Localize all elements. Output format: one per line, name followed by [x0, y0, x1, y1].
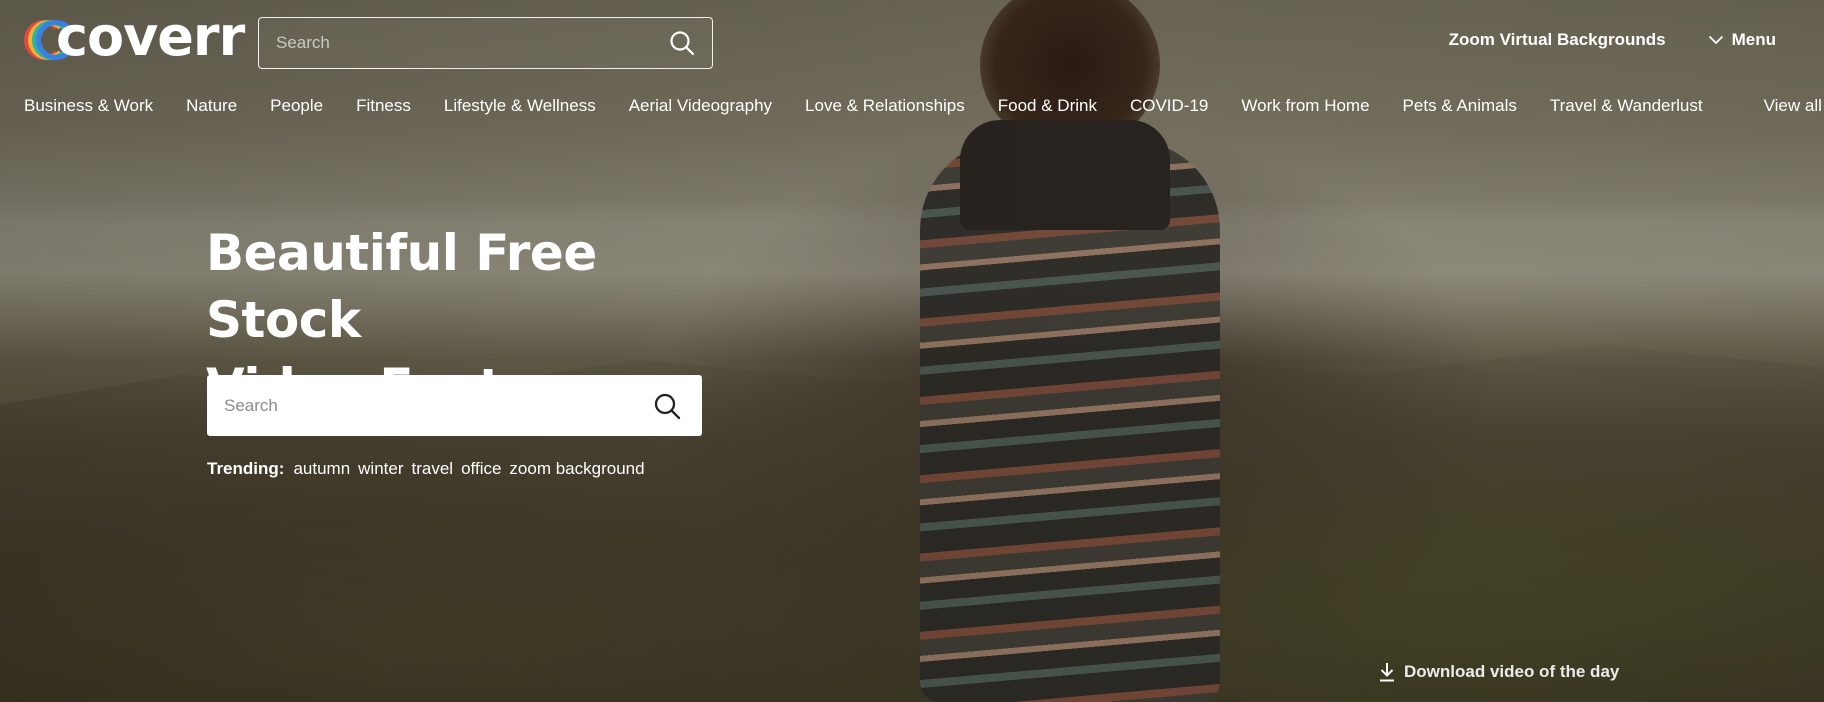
menu-label: Menu [1731, 30, 1776, 49]
category-aerial-videography[interactable]: Aerial Videography [629, 96, 772, 116]
trending-tag-autumn[interactable]: autumn [293, 459, 350, 479]
category-food-drink[interactable]: Food & Drink [998, 96, 1097, 116]
hero-search-input[interactable] [207, 375, 632, 436]
category-work-from-home[interactable]: Work from Home [1241, 96, 1369, 116]
view-all-link[interactable]: View all [1764, 96, 1822, 116]
category-business-work[interactable]: Business & Work [24, 96, 153, 116]
hero-title-line1: Beautiful Free Stock [206, 224, 597, 349]
trending-tag-zoom-background[interactable]: zoom background [509, 459, 644, 479]
trending-tag-travel[interactable]: travel [412, 459, 454, 479]
logo-rainbow-icon [24, 20, 76, 60]
trending-tag-winter[interactable]: winter [358, 459, 403, 479]
category-fitness[interactable]: Fitness [356, 96, 411, 116]
category-nav: Business & Work Nature People Fitness Li… [24, 92, 1822, 120]
download-icon [1380, 663, 1394, 682]
site-header: coverr Zoom Virtual Backgrounds Menu [0, 0, 1824, 80]
header-search-button[interactable] [652, 18, 712, 68]
search-icon [670, 31, 695, 56]
logo[interactable]: coverr [24, 5, 245, 68]
category-people[interactable]: People [270, 96, 323, 116]
category-nature[interactable]: Nature [186, 96, 237, 116]
hero-search [207, 375, 702, 436]
category-lifestyle-wellness[interactable]: Lifestyle & Wellness [444, 96, 596, 116]
category-covid-19[interactable]: COVID-19 [1130, 96, 1208, 116]
zoom-backgrounds-link[interactable]: Zoom Virtual Backgrounds [1449, 30, 1666, 50]
menu-button[interactable]: Menu [1708, 30, 1776, 50]
trending-tag-office[interactable]: office [461, 459, 501, 479]
trending-label: Trending: [207, 459, 285, 478]
download-label: Download video of the day [1404, 662, 1620, 681]
trending-row: Trending: autumn winter travel office zo… [207, 459, 653, 479]
header-right: Zoom Virtual Backgrounds Menu [1449, 30, 1776, 50]
header-search [258, 17, 713, 69]
header-search-input[interactable] [259, 18, 652, 68]
logo-text: coverr [56, 5, 245, 68]
category-pets-animals[interactable]: Pets & Animals [1403, 96, 1517, 116]
chevron-down-icon [1708, 35, 1723, 45]
hero-search-button[interactable] [632, 375, 702, 436]
search-icon [654, 393, 681, 419]
category-love-relationships[interactable]: Love & Relationships [805, 96, 965, 116]
category-travel-wanderlust[interactable]: Travel & Wanderlust [1550, 96, 1703, 116]
download-video-of-day-link[interactable]: Download video of the day [1378, 662, 1619, 682]
